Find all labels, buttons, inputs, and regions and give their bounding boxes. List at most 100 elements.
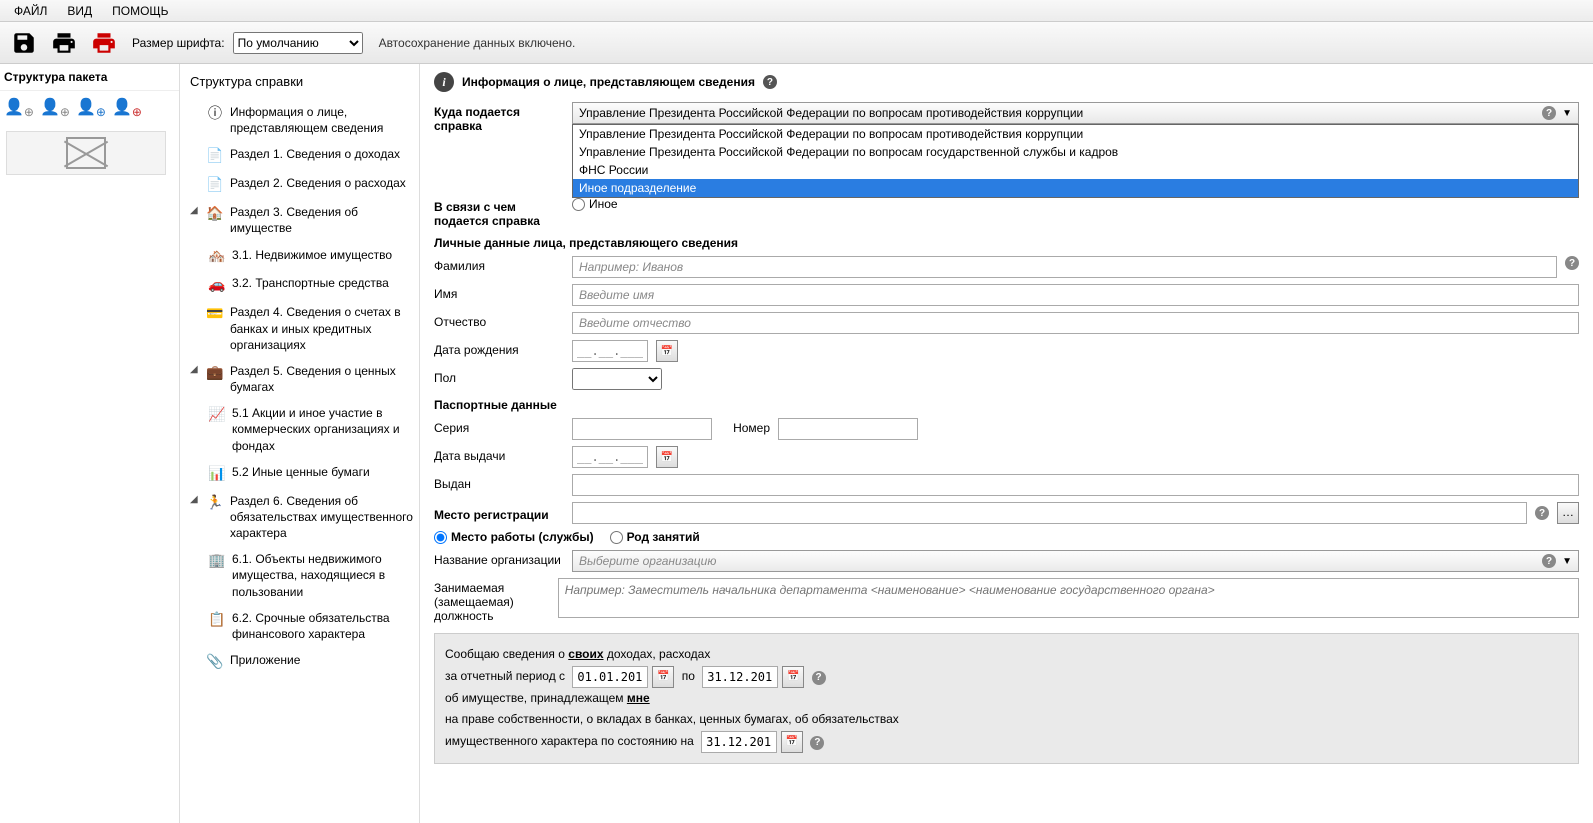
tree-item-section4[interactable]: 💳 Раздел 4. Сведения о счетах в банках и… xyxy=(180,299,419,358)
menu-view[interactable]: ВИД xyxy=(57,2,102,20)
add-person-red-icon[interactable]: 👤⊕ xyxy=(112,97,142,119)
help-icon[interactable]: ? xyxy=(1542,554,1556,568)
issue-date-input[interactable] xyxy=(572,446,648,468)
help-icon[interactable]: ? xyxy=(1535,506,1549,520)
destination-option-selected[interactable]: Иное подразделение xyxy=(573,179,1578,197)
collapse-icon[interactable]: ◢ xyxy=(190,493,200,507)
issued-by-input[interactable] xyxy=(572,474,1579,496)
patronymic-label: Отчество xyxy=(434,312,564,329)
collapse-icon[interactable]: ◢ xyxy=(190,204,200,218)
main-form: i Информация о лице, представляющем свед… xyxy=(420,64,1593,823)
position-input[interactable] xyxy=(558,578,1579,618)
tree-item-section3[interactable]: ◢🏠 Раздел 3. Сведения об имуществе xyxy=(180,199,419,241)
dob-label: Дата рождения xyxy=(434,340,564,357)
menu-file[interactable]: ФАЙЛ xyxy=(4,2,57,20)
destination-option[interactable]: Управление Президента Российской Федерац… xyxy=(573,125,1578,143)
browse-button[interactable]: … xyxy=(1557,502,1579,524)
collapse-icon[interactable]: ◢ xyxy=(190,363,200,377)
calendar-icon[interactable]: 📅 xyxy=(652,666,674,688)
menu-help[interactable]: ПОМОЩЬ xyxy=(102,2,178,20)
tree-item-info[interactable]: ⓘ Информация о лице, представляющем свед… xyxy=(180,99,419,141)
page-heading-text: Информация о лице, представляющем сведен… xyxy=(462,75,755,89)
tree-item-section5[interactable]: ◢💼 Раздел 5. Сведения о ценных бумагах xyxy=(180,358,419,400)
tree-item-section3-2[interactable]: 🚗 3.2. Транспортные средства xyxy=(180,270,419,299)
info-circle-icon: i xyxy=(434,72,454,92)
tree-item-section6-1[interactable]: 🏢 6.1. Объекты недвижимого имущества, на… xyxy=(180,546,419,605)
save-icon[interactable] xyxy=(8,27,40,59)
document-tree-title: Структура справки xyxy=(180,68,419,99)
reason-other-radio[interactable]: Иное xyxy=(572,197,1579,211)
gender-label: Пол xyxy=(434,368,564,385)
organization-label: Название организации xyxy=(434,550,564,567)
briefcase-icon: 💼 xyxy=(206,363,224,382)
tree-item-section1[interactable]: 📄 Раздел 1. Сведения о доходах xyxy=(180,141,419,170)
tree-item-appendix[interactable]: 📎 Приложение xyxy=(180,647,419,676)
stocks-icon: 📈 xyxy=(208,405,226,424)
patronymic-input[interactable] xyxy=(572,312,1579,334)
tree-item-section6[interactable]: ◢🏃 Раздел 6. Сведения об обязательствах … xyxy=(180,488,419,547)
print-icon[interactable] xyxy=(48,27,80,59)
series-input[interactable] xyxy=(572,418,712,440)
package-structure-panel: Структура пакета 👤⊕ 👤⊕ 👤⊕ 👤⊕ xyxy=(0,64,180,823)
calendar-icon[interactable]: 📅 xyxy=(656,446,678,468)
period-from-input[interactable] xyxy=(572,666,648,688)
number-input[interactable] xyxy=(778,418,918,440)
add-person-blue-icon[interactable]: 👤⊕ xyxy=(76,97,106,119)
tree-item-section5-2[interactable]: 📊 5.2 Иные ценные бумаги xyxy=(180,459,419,488)
document-income-icon: 📄 xyxy=(206,146,224,165)
registration-label: Место регистрации xyxy=(434,505,564,522)
tree-item-section3-1[interactable]: 🏘️ 3.1. Недвижимое имущество xyxy=(180,242,419,271)
real-estate-icon: 🏘️ xyxy=(208,247,226,266)
destination-value: Управление Президента Российской Федерац… xyxy=(579,106,1083,120)
help-icon[interactable]: ? xyxy=(763,75,777,89)
dob-input[interactable] xyxy=(572,340,648,362)
help-icon[interactable]: ? xyxy=(810,736,824,750)
name-input[interactable] xyxy=(572,284,1579,306)
period-to-input[interactable] xyxy=(702,666,778,688)
name-label: Имя xyxy=(434,284,564,301)
registration-input[interactable] xyxy=(572,502,1527,524)
document-expense-icon: 📄 xyxy=(206,175,224,194)
destination-option[interactable]: ФНС России xyxy=(573,161,1578,179)
gender-select[interactable] xyxy=(572,368,662,390)
destination-label: Куда подается справка xyxy=(434,102,564,133)
destination-option[interactable]: Управление Президента Российской Федерац… xyxy=(573,143,1578,161)
help-icon[interactable]: ? xyxy=(1542,106,1556,120)
help-icon[interactable]: ? xyxy=(1565,256,1579,270)
surname-input[interactable] xyxy=(572,256,1557,278)
bank-icon: 💳 xyxy=(206,304,224,323)
tree-item-section2[interactable]: 📄 Раздел 2. Сведения о расходах xyxy=(180,170,419,199)
vehicle-icon: 🚗 xyxy=(208,275,226,294)
finance-icon: 📋 xyxy=(208,610,226,629)
add-person-grey-icon[interactable]: 👤⊕ xyxy=(4,97,34,119)
property-icon: 🏠 xyxy=(206,204,224,223)
add-person-grey2-icon[interactable]: 👤⊕ xyxy=(40,97,70,119)
obligations-icon: 🏃 xyxy=(206,493,224,512)
tree-item-section6-2[interactable]: 📋 6.2. Срочные обязательства финансового… xyxy=(180,605,419,647)
help-icon[interactable]: ? xyxy=(812,671,826,685)
organization-combo[interactable]: Выберите организацию ? ▼ xyxy=(572,550,1579,572)
declaration-box: Сообщаю сведения о своих доходах, расход… xyxy=(434,633,1579,764)
font-size-select[interactable]: По умолчанию xyxy=(233,32,363,54)
package-thumbnail[interactable] xyxy=(6,131,166,175)
destination-combo[interactable]: Управление Президента Российской Федерац… xyxy=(572,102,1579,124)
calendar-icon[interactable]: 📅 xyxy=(781,731,803,753)
passport-header: Паспортные данные xyxy=(434,398,1579,412)
calendar-icon[interactable]: 📅 xyxy=(782,666,804,688)
position-label: Занимаемая (замещаемая) должность xyxy=(434,578,550,623)
document-tree-panel: Структура справки ⓘ Информация о лице, п… xyxy=(180,64,420,823)
workplace-radio[interactable]: Место работы (службы) xyxy=(434,530,594,544)
chevron-down-icon[interactable]: ▼ xyxy=(1562,556,1572,567)
tree-item-section5-1[interactable]: 📈 5.1 Акции и иное участие в коммерчески… xyxy=(180,400,419,459)
chevron-down-icon[interactable]: ▼ xyxy=(1562,108,1572,119)
font-size-label: Размер шрифта: xyxy=(132,36,225,50)
personal-data-header: Личные данные лица, представляющего свед… xyxy=(434,236,1579,250)
activity-radio[interactable]: Род занятий xyxy=(610,530,700,544)
package-structure-title: Структура пакета xyxy=(0,64,179,91)
surname-label: Фамилия xyxy=(434,256,564,273)
print-color-icon[interactable] xyxy=(88,27,120,59)
person-filter-icons: 👤⊕ 👤⊕ 👤⊕ 👤⊕ xyxy=(0,91,179,125)
building-icon: 🏢 xyxy=(208,551,226,570)
calendar-icon[interactable]: 📅 xyxy=(656,340,678,362)
asof-date-input[interactable] xyxy=(701,731,777,753)
